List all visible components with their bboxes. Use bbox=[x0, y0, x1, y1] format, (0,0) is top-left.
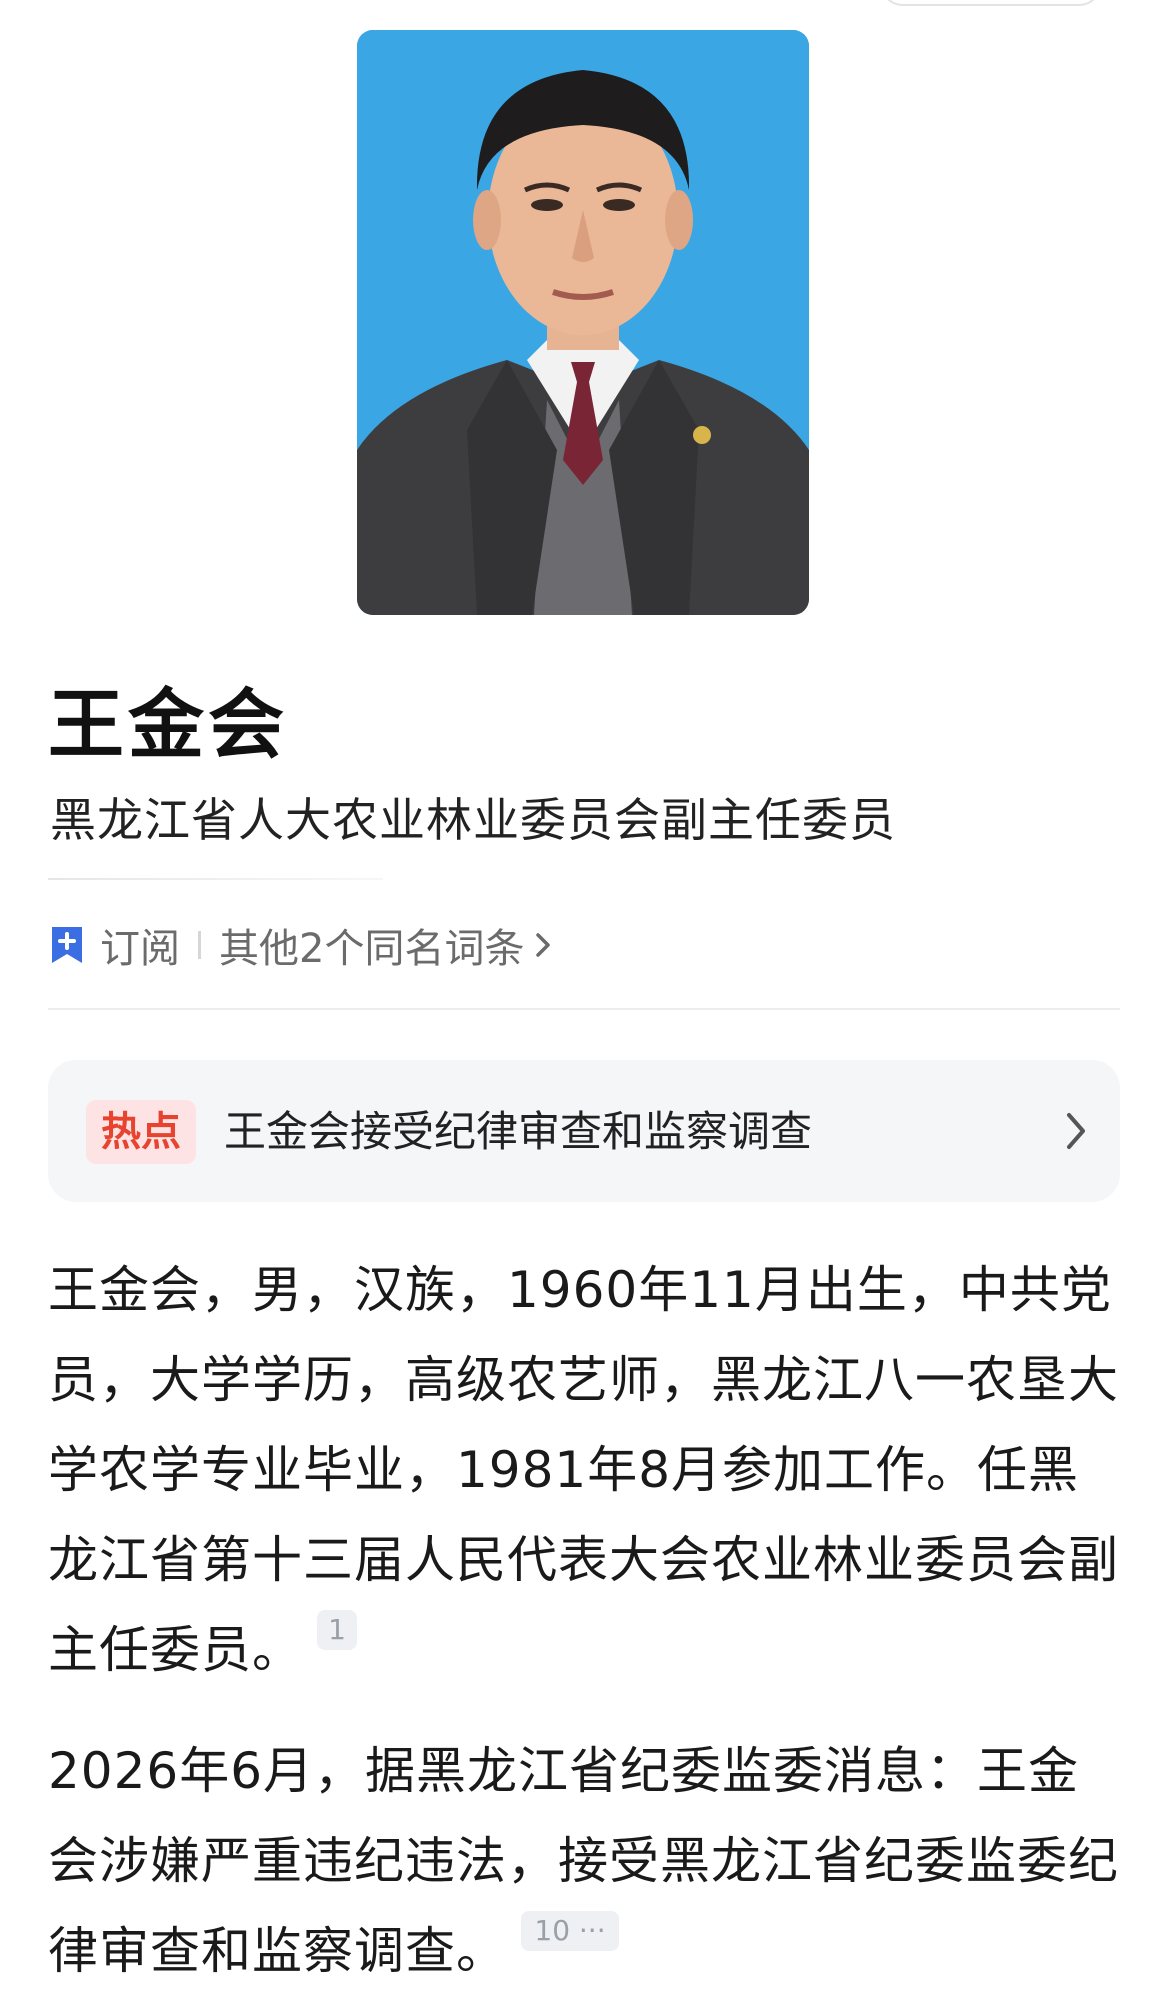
hot-badge: 热点 bbox=[86, 1100, 196, 1164]
chevron-right-icon[interactable] bbox=[534, 931, 552, 959]
top-search-pill[interactable] bbox=[880, 0, 1102, 6]
bio-paragraph: 王金会，男，汉族，1960年11月出生，中共党员，大学学历，高级农艺师，黑龙江八… bbox=[48, 1245, 1123, 1695]
other-entries-link[interactable]: 其他2个同名词条 bbox=[219, 916, 524, 974]
chevron-right-icon bbox=[1067, 1113, 1085, 1149]
person-subtitle: 黑龙江省人大农业林业委员会副主任委员 bbox=[50, 793, 896, 847]
hot-topic-card[interactable]: 热点 王金会接受纪律审查和监察调查 bbox=[48, 1060, 1120, 1202]
citation-badge[interactable]: 10 ··· bbox=[521, 1911, 619, 1951]
citation-badge[interactable]: 1 bbox=[317, 1610, 357, 1650]
news-paragraph: 2026年6月，据黑龙江省纪委监委消息：王金会涉嫌严重违纪违法，接受黑龙江省纪委… bbox=[48, 1726, 1123, 1996]
bookmark-icon[interactable] bbox=[50, 925, 84, 965]
page-title: 王金会 bbox=[48, 680, 288, 769]
paragraph-text: 王金会，男，汉族，1960年11月出生，中共党员，大学学历，高级农艺师，黑龙江八… bbox=[48, 1261, 1119, 1679]
separator bbox=[198, 931, 201, 959]
divider bbox=[48, 1008, 1120, 1010]
divider bbox=[48, 878, 383, 880]
portrait-photo bbox=[357, 30, 809, 615]
subscribe-button[interactable]: 订阅 bbox=[100, 916, 180, 974]
hot-topic-text: 王金会接受纪律审查和监察调查 bbox=[224, 1107, 813, 1156]
action-row: 订阅 其他2个同名词条 bbox=[50, 915, 552, 975]
